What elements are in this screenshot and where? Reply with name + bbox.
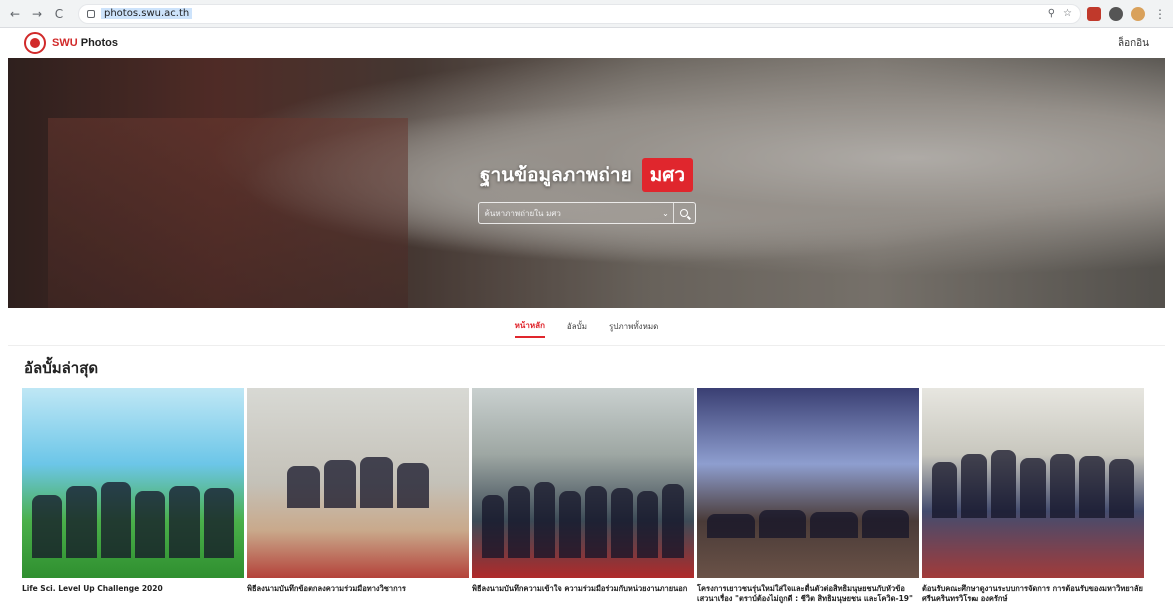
section-title: อัลบั้มล่าสุด (24, 359, 99, 377)
album-caption[interactable]: โครงการเยาวชนรุ่นใหม่ใส่ใจและตื่นตัวต่อส… (697, 584, 919, 604)
back-arrow-icon[interactable]: ← (6, 5, 24, 23)
album-caption[interactable]: พิธีลงนามบันทึกความเข้าใจ ความร่วมมือร่ว… (472, 584, 694, 594)
search-button[interactable] (672, 203, 695, 223)
brand-suffix: Photos (80, 37, 119, 49)
reload-icon[interactable]: C (50, 5, 68, 23)
tab-home[interactable]: หน้าหลัก (514, 315, 545, 338)
album-card[interactable]: พิธีลงนามบันทึกความเข้าใจ ความร่วมมือร่ว… (472, 388, 694, 604)
swu-logo-icon[interactable] (24, 32, 46, 54)
hero-badge: มศว (641, 158, 693, 192)
main-tabs: หน้าหลัก อัลบั้ม รูปภาพทั้งหมด (8, 308, 1165, 346)
forward-arrow-icon[interactable]: → (28, 5, 46, 23)
kebab-menu-icon[interactable]: ⋮ (1153, 7, 1167, 21)
album-thumbnail[interactable] (22, 388, 244, 578)
album-thumbnail[interactable] (697, 388, 919, 578)
brand-prefix: SWU (52, 37, 78, 49)
search-icon (680, 209, 688, 217)
album-thumbnail[interactable] (247, 388, 469, 578)
hero-title-text: ฐานข้อมูลภาพถ่าย (480, 164, 632, 186)
chevron-down-icon[interactable]: ⌄ (659, 209, 673, 218)
album-caption[interactable]: พิธีลงนามบันทึกข้อตกลงความร่วมมือทางวิชา… (247, 584, 469, 594)
extension-puzzle-icon[interactable] (1109, 6, 1123, 21)
album-card[interactable]: Life Sci. Level Up Challenge 2020 (22, 388, 244, 604)
star-icon[interactable]: ☆ (1063, 8, 1072, 19)
zoom-icon[interactable]: ⚲ (1048, 8, 1055, 19)
url-text[interactable]: photos.swu.ac.th (101, 8, 193, 19)
album-caption[interactable]: ต้อนรับคณะศึกษาดูงานระบบการจัดการ การต้อ… (922, 584, 1144, 604)
album-grid: Life Sci. Level Up Challenge 2020 พิธีลง… (0, 388, 1173, 604)
hero-banner: ฐานข้อมูลภาพถ่าย มศว ⌄ (8, 58, 1165, 308)
search-box: ⌄ (477, 202, 696, 224)
login-link[interactable]: ล็อกอิน (1118, 36, 1149, 51)
album-caption[interactable]: Life Sci. Level Up Challenge 2020 (22, 584, 244, 594)
brand-name[interactable]: SWU Photos (52, 37, 118, 49)
profile-avatar-icon[interactable] (1131, 6, 1145, 21)
extension-icon[interactable] (1087, 6, 1101, 21)
site-header: SWU Photos ล็อกอิน (0, 28, 1173, 58)
album-thumbnail[interactable] (922, 388, 1144, 578)
album-card[interactable]: โครงการเยาวชนรุ่นใหม่ใส่ใจและตื่นตัวต่อส… (697, 388, 919, 604)
hero-title: ฐานข้อมูลภาพถ่าย มศว (480, 158, 693, 192)
album-card[interactable]: ต้อนรับคณะศึกษาดูงานระบบการจัดการ การต้อ… (922, 388, 1144, 604)
album-card[interactable]: พิธีลงนามบันทึกข้อตกลงความร่วมมือทางวิชา… (247, 388, 469, 604)
address-bar[interactable]: photos.swu.ac.th ⚲ ☆ (78, 3, 1081, 24)
album-thumbnail[interactable] (472, 388, 694, 578)
tab-all-photos[interactable]: รูปภาพทั้งหมด (609, 316, 658, 337)
search-input[interactable] (478, 203, 659, 223)
lock-icon (87, 9, 95, 18)
tab-albums[interactable]: อัลบั้ม (567, 316, 587, 337)
browser-toolbar: ← → C photos.swu.ac.th ⚲ ☆ ⋮ (0, 0, 1173, 28)
